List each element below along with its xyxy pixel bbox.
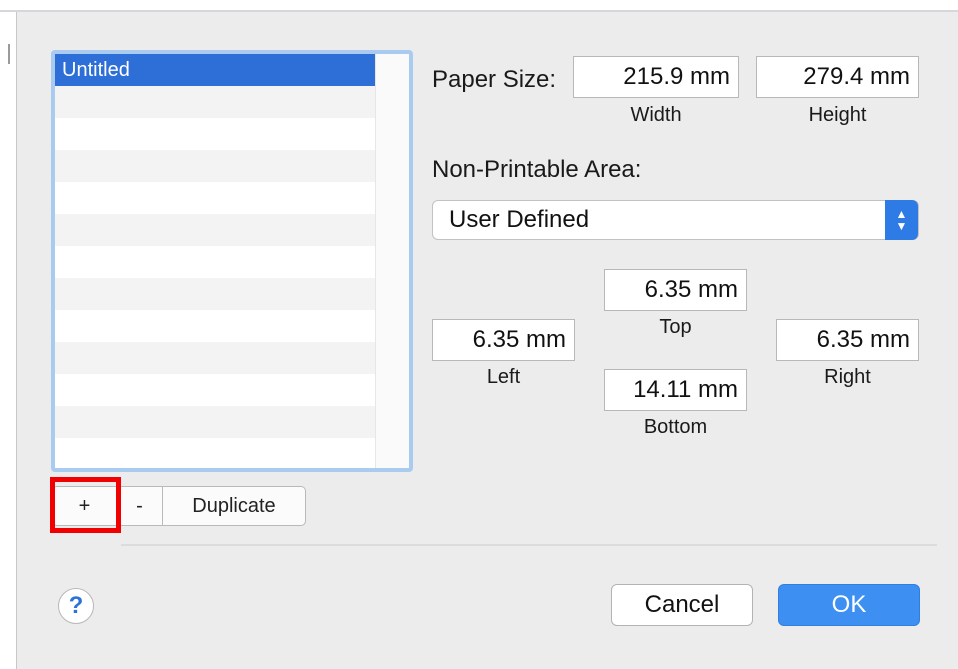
question-mark-icon: ? bbox=[68, 592, 84, 619]
list-item-empty[interactable] bbox=[55, 150, 375, 182]
list-item-empty[interactable] bbox=[55, 310, 375, 342]
list-item-empty[interactable] bbox=[55, 342, 375, 374]
paper-size-list-rows: Untitled bbox=[55, 54, 375, 468]
bottom-caption: Bottom bbox=[643, 416, 708, 438]
list-scrollbar-track[interactable] bbox=[375, 54, 409, 468]
list-item-empty[interactable] bbox=[55, 278, 375, 310]
list-item-empty[interactable] bbox=[55, 438, 375, 468]
window-edge-mark bbox=[8, 44, 10, 64]
list-item-untitled[interactable]: Untitled bbox=[55, 54, 375, 86]
help-button[interactable]: ? bbox=[58, 588, 94, 624]
list-item-empty[interactable] bbox=[55, 406, 375, 438]
cancel-button[interactable]: Cancel bbox=[611, 584, 753, 626]
popup-stepper-icon: ▲ ▼ bbox=[885, 200, 918, 240]
list-item-empty[interactable] bbox=[55, 246, 375, 278]
list-item-empty[interactable] bbox=[55, 374, 375, 406]
list-item-empty[interactable] bbox=[55, 214, 375, 246]
paper-width-field[interactable]: 215.9 mm bbox=[573, 56, 739, 98]
window-top-edge bbox=[0, 0, 958, 12]
list-item-empty[interactable] bbox=[55, 182, 375, 214]
paper-height-field[interactable]: 279.4 mm bbox=[756, 56, 919, 98]
remove-paper-size-button[interactable]: - bbox=[116, 486, 163, 526]
ok-button[interactable]: OK bbox=[778, 584, 920, 626]
footer-separator bbox=[121, 544, 937, 546]
list-item-empty[interactable] bbox=[55, 86, 375, 118]
width-caption: Width bbox=[630, 104, 682, 126]
duplicate-paper-size-button[interactable]: Duplicate bbox=[162, 486, 306, 526]
paper-size-list[interactable]: Untitled bbox=[51, 50, 413, 472]
popup-selected-value: User Defined bbox=[449, 206, 590, 233]
margin-left-field[interactable]: 6.35 mm bbox=[432, 319, 575, 361]
list-item-empty[interactable] bbox=[55, 118, 375, 150]
top-caption: Top bbox=[659, 316, 692, 338]
right-caption: Right bbox=[824, 366, 871, 388]
non-printable-area-label: Non-Printable Area: bbox=[432, 156, 642, 183]
red-highlight-box bbox=[50, 477, 121, 533]
margin-top-field[interactable]: 6.35 mm bbox=[604, 269, 747, 311]
paper-size-label: Paper Size: bbox=[432, 66, 557, 93]
height-caption: Height bbox=[808, 104, 867, 126]
left-caption: Left bbox=[486, 366, 521, 388]
margin-bottom-field[interactable]: 14.11 mm bbox=[604, 369, 747, 411]
margin-right-field[interactable]: 6.35 mm bbox=[776, 319, 919, 361]
non-printable-area-popup[interactable]: User Defined ▲ ▼ bbox=[432, 200, 919, 240]
